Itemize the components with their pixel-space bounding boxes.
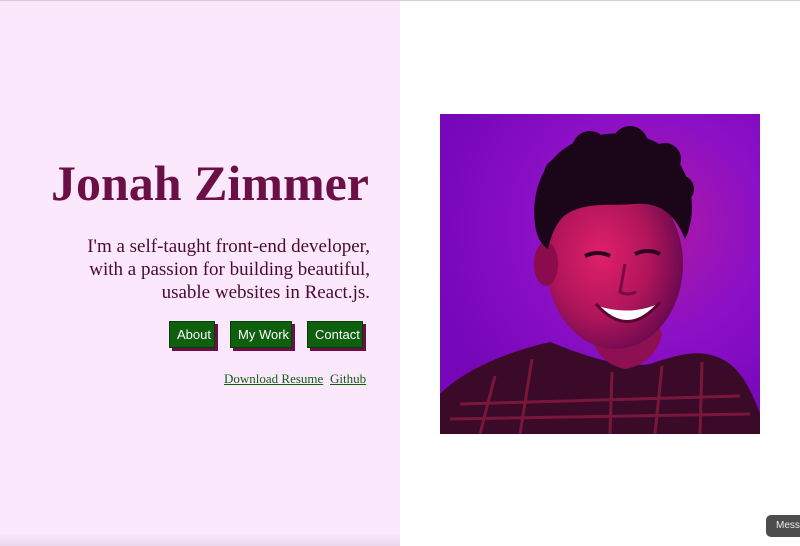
contact-button[interactable]: Contact — [307, 321, 363, 348]
panel-bottom-shadow — [0, 533, 400, 546]
profile-photo — [440, 114, 760, 434]
about-button[interactable]: About — [169, 321, 215, 348]
download-resume-link[interactable]: Download Resume — [224, 371, 323, 387]
portrait-illustration — [440, 114, 760, 434]
github-link[interactable]: Github — [330, 371, 366, 387]
tagline: I'm a self-taught front-end developer, w… — [70, 235, 370, 304]
tagline-line-2: with a passion for building beautiful, — [89, 259, 370, 280]
intro-panel: Jonah Zimmer I'm a self-taught front-end… — [0, 1, 400, 546]
page-title: Jonah Zimmer — [50, 155, 369, 211]
tagline-line-3: usable websites in React.js. — [161, 282, 370, 303]
messages-widget[interactable]: Messages — [766, 515, 800, 537]
my-work-button[interactable]: My Work — [230, 321, 292, 348]
page: Jonah Zimmer I'm a self-taught front-end… — [0, 0, 800, 546]
tagline-line-1: I'm a self-taught front-end developer, — [87, 236, 370, 257]
